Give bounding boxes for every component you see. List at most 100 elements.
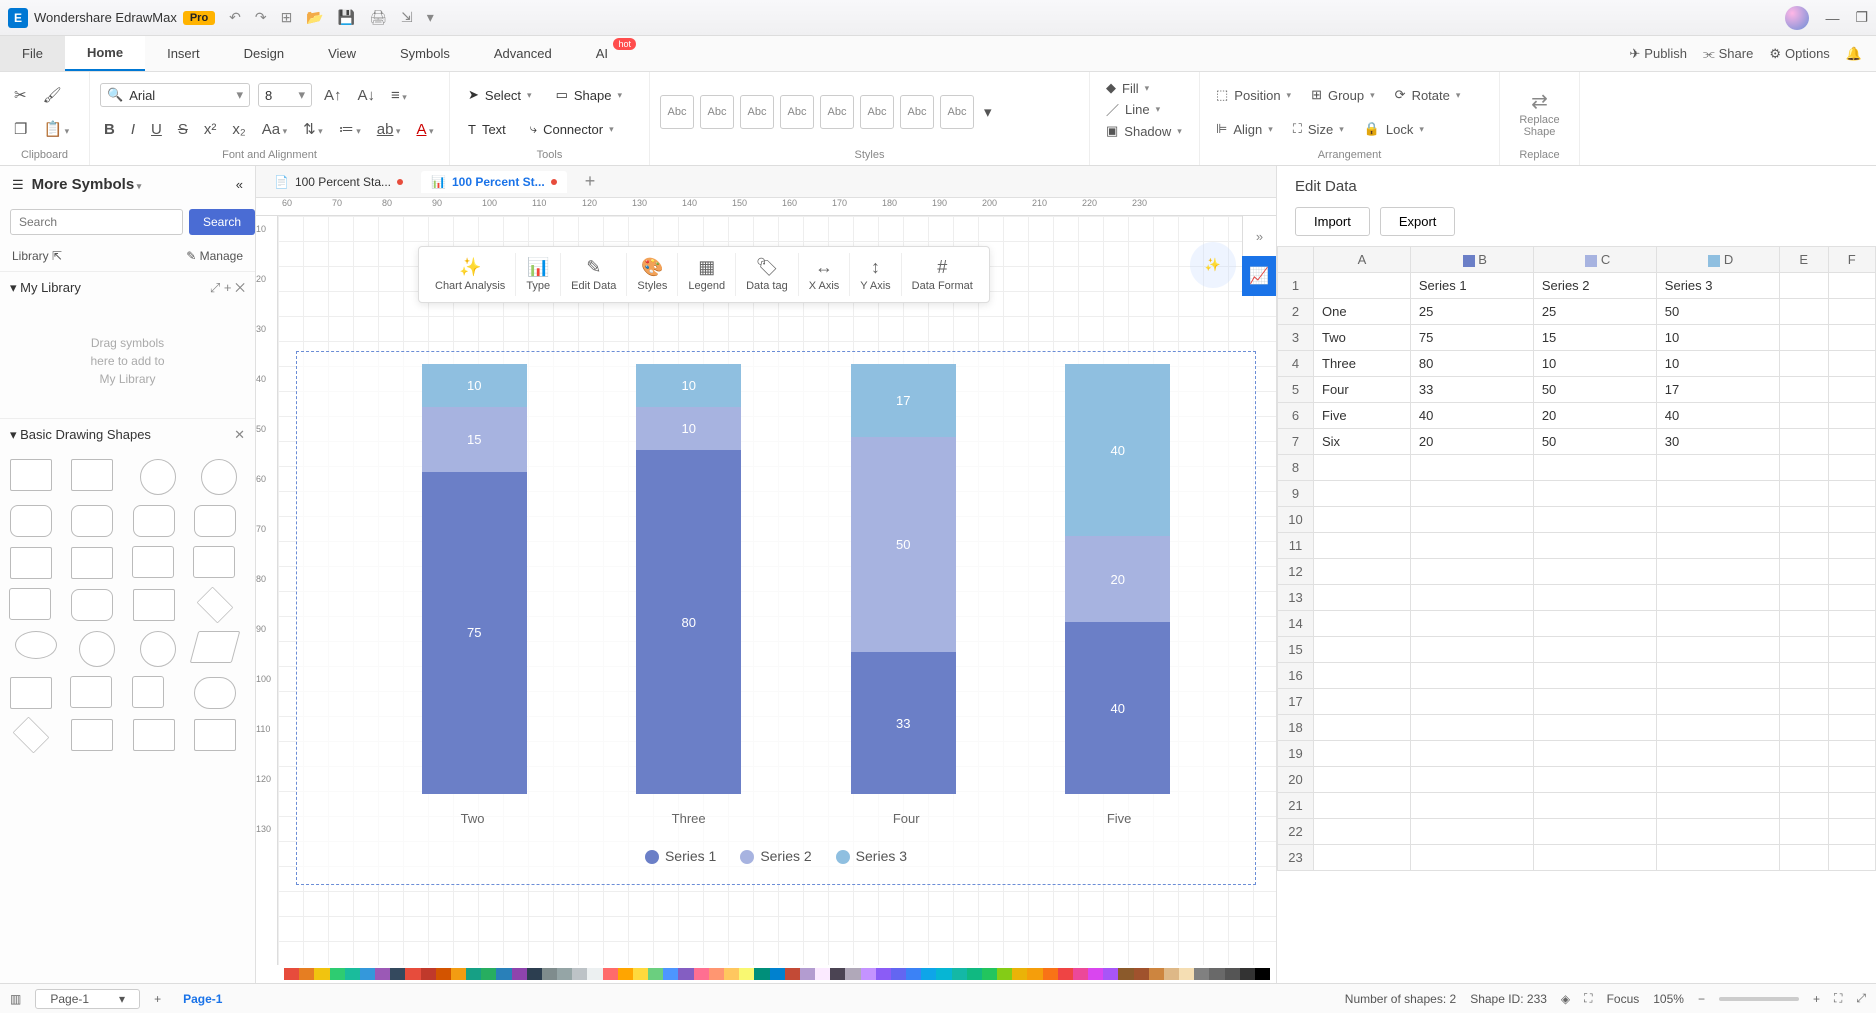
row-number[interactable]: 12 (1278, 559, 1314, 585)
style-preset[interactable]: Abc (660, 95, 694, 129)
row-number[interactable]: 5 (1278, 377, 1314, 403)
color-swatch[interactable] (1103, 968, 1118, 980)
more-symbols-dropdown[interactable]: More Symbols (32, 176, 142, 193)
line-spacing-icon[interactable]: ⇅ (299, 116, 327, 142)
options-button[interactable]: ⚙ Options (1769, 46, 1829, 62)
shape-triangle[interactable] (133, 677, 163, 707)
color-swatch[interactable] (952, 968, 967, 980)
shape-ellipse[interactable] (15, 631, 57, 659)
cell[interactable]: 40 (1656, 403, 1779, 429)
color-swatch[interactable] (891, 968, 906, 980)
color-swatch[interactable] (345, 968, 360, 980)
cell[interactable]: Six (1314, 429, 1411, 455)
basic-shapes-section[interactable]: ▾ Basic Drawing Shapes ✕ (0, 418, 255, 451)
row-number[interactable]: 15 (1278, 637, 1314, 663)
col-header[interactable]: B (1410, 247, 1533, 273)
cell[interactable]: 40 (1410, 403, 1533, 429)
italic-icon[interactable]: I (127, 117, 139, 142)
strike-icon[interactable]: S (174, 117, 192, 142)
shape-triangle[interactable] (71, 677, 111, 707)
cell[interactable]: 10 (1533, 351, 1656, 377)
color-swatch[interactable] (527, 968, 542, 980)
pages-icon[interactable]: ▥ (10, 992, 21, 1006)
data-grid[interactable]: A B C D E F1Series 1Series 2Series 32One… (1277, 246, 1876, 983)
tab-symbols[interactable]: Symbols (378, 36, 472, 71)
shape-parallelogram[interactable] (189, 631, 240, 663)
row-number[interactable]: 22 (1278, 819, 1314, 845)
cell[interactable]: 25 (1410, 299, 1533, 325)
cell[interactable] (1314, 273, 1411, 299)
color-swatch[interactable] (1149, 968, 1164, 980)
color-swatch[interactable] (1164, 968, 1179, 980)
layers-icon[interactable]: ◈ (1561, 992, 1570, 1006)
shape-trapezoid[interactable] (10, 677, 52, 709)
color-swatch[interactable] (967, 968, 982, 980)
row-number[interactable]: 9 (1278, 481, 1314, 507)
row-number[interactable]: 20 (1278, 767, 1314, 793)
style-preset[interactable]: Abc (860, 95, 894, 129)
save-icon[interactable]: 💾 (338, 9, 355, 26)
style-scroll-icon[interactable]: ▾ (980, 99, 996, 125)
chart-object[interactable]: 751510801010335017402040 TwoThreeFourFiv… (296, 351, 1256, 885)
color-swatch[interactable] (754, 968, 769, 980)
chart-tool-edit-data[interactable]: ✎Edit Data (561, 253, 627, 296)
manage-link[interactable]: ✎ Manage (186, 249, 243, 263)
color-swatch[interactable] (466, 968, 481, 980)
shape-rounded[interactable] (10, 505, 52, 537)
zoom-out-icon[interactable]: − (1698, 992, 1705, 1006)
tab-home[interactable]: Home (65, 36, 145, 71)
replace-shape-icon[interactable]: ⇄ (1531, 89, 1548, 114)
share-button[interactable]: ⫘ Share (1703, 46, 1753, 62)
color-swatch[interactable] (496, 968, 511, 980)
underline-icon[interactable]: U (147, 117, 166, 142)
increase-font-icon[interactable]: A↑ (320, 83, 346, 108)
style-preset[interactable]: Abc (820, 95, 854, 129)
style-preset[interactable]: Abc (900, 95, 934, 129)
color-swatch[interactable] (330, 968, 345, 980)
chart-tool-data-format[interactable]: #Data Format (902, 253, 983, 296)
chart-tool-styles[interactable]: 🎨Styles (627, 253, 678, 296)
fullscreen-icon[interactable]: ⤢ (1856, 991, 1866, 1006)
connector-tool[interactable]: ⤷ Connector (522, 117, 622, 141)
color-swatch[interactable] (1088, 968, 1103, 980)
style-preset[interactable]: Abc (700, 95, 734, 129)
shadow-dropdown[interactable]: ▣ Shadow (1100, 121, 1189, 141)
color-swatch[interactable] (709, 968, 724, 980)
style-preset[interactable]: Abc (780, 95, 814, 129)
style-preset[interactable]: Abc (940, 95, 974, 129)
font-name-select[interactable]: 🔍Arial▾ (100, 83, 250, 107)
row-number[interactable]: 8 (1278, 455, 1314, 481)
chart-tool-data-tag[interactable]: 🏷Data tag (736, 253, 799, 296)
case-icon[interactable]: Aa (258, 117, 291, 142)
color-swatch[interactable] (542, 968, 557, 980)
tab-design[interactable]: Design (222, 36, 306, 71)
library-link[interactable]: Library ⇱ (12, 249, 62, 263)
color-swatch[interactable] (663, 968, 678, 980)
color-swatch[interactable] (1209, 968, 1224, 980)
color-swatch[interactable] (785, 968, 800, 980)
color-swatch[interactable] (1179, 968, 1194, 980)
color-swatch[interactable] (694, 968, 709, 980)
color-swatch[interactable] (603, 968, 618, 980)
color-swatch[interactable] (876, 968, 891, 980)
shape-hexagon[interactable] (133, 719, 175, 751)
cut-icon[interactable]: ✂ (10, 82, 31, 108)
align-icon[interactable]: ≡ (387, 83, 411, 108)
shape-triangle[interactable] (10, 589, 50, 619)
shape-diamond[interactable] (196, 587, 233, 624)
cell[interactable]: 10 (1656, 351, 1779, 377)
bold-icon[interactable]: B (100, 117, 119, 142)
color-swatch[interactable] (1255, 968, 1270, 980)
canvas[interactable]: » 📈 ✨Chart Analysis📊Type✎Edit Data🎨Style… (278, 216, 1276, 965)
chart-tool-x-axis[interactable]: ↔X Axis (799, 253, 851, 296)
tab-file[interactable]: File (0, 36, 65, 71)
shape-donut[interactable] (140, 631, 176, 667)
shape-rectangle[interactable] (71, 459, 113, 491)
color-swatch[interactable] (678, 968, 693, 980)
color-swatch[interactable] (618, 968, 633, 980)
add-doc-tab[interactable]: + (575, 167, 606, 196)
shape-diamond[interactable] (13, 717, 50, 754)
doc-tab-2[interactable]: 📊 100 Percent St... (421, 171, 567, 193)
color-swatch[interactable] (1058, 968, 1073, 980)
shape-pill[interactable] (194, 677, 236, 709)
